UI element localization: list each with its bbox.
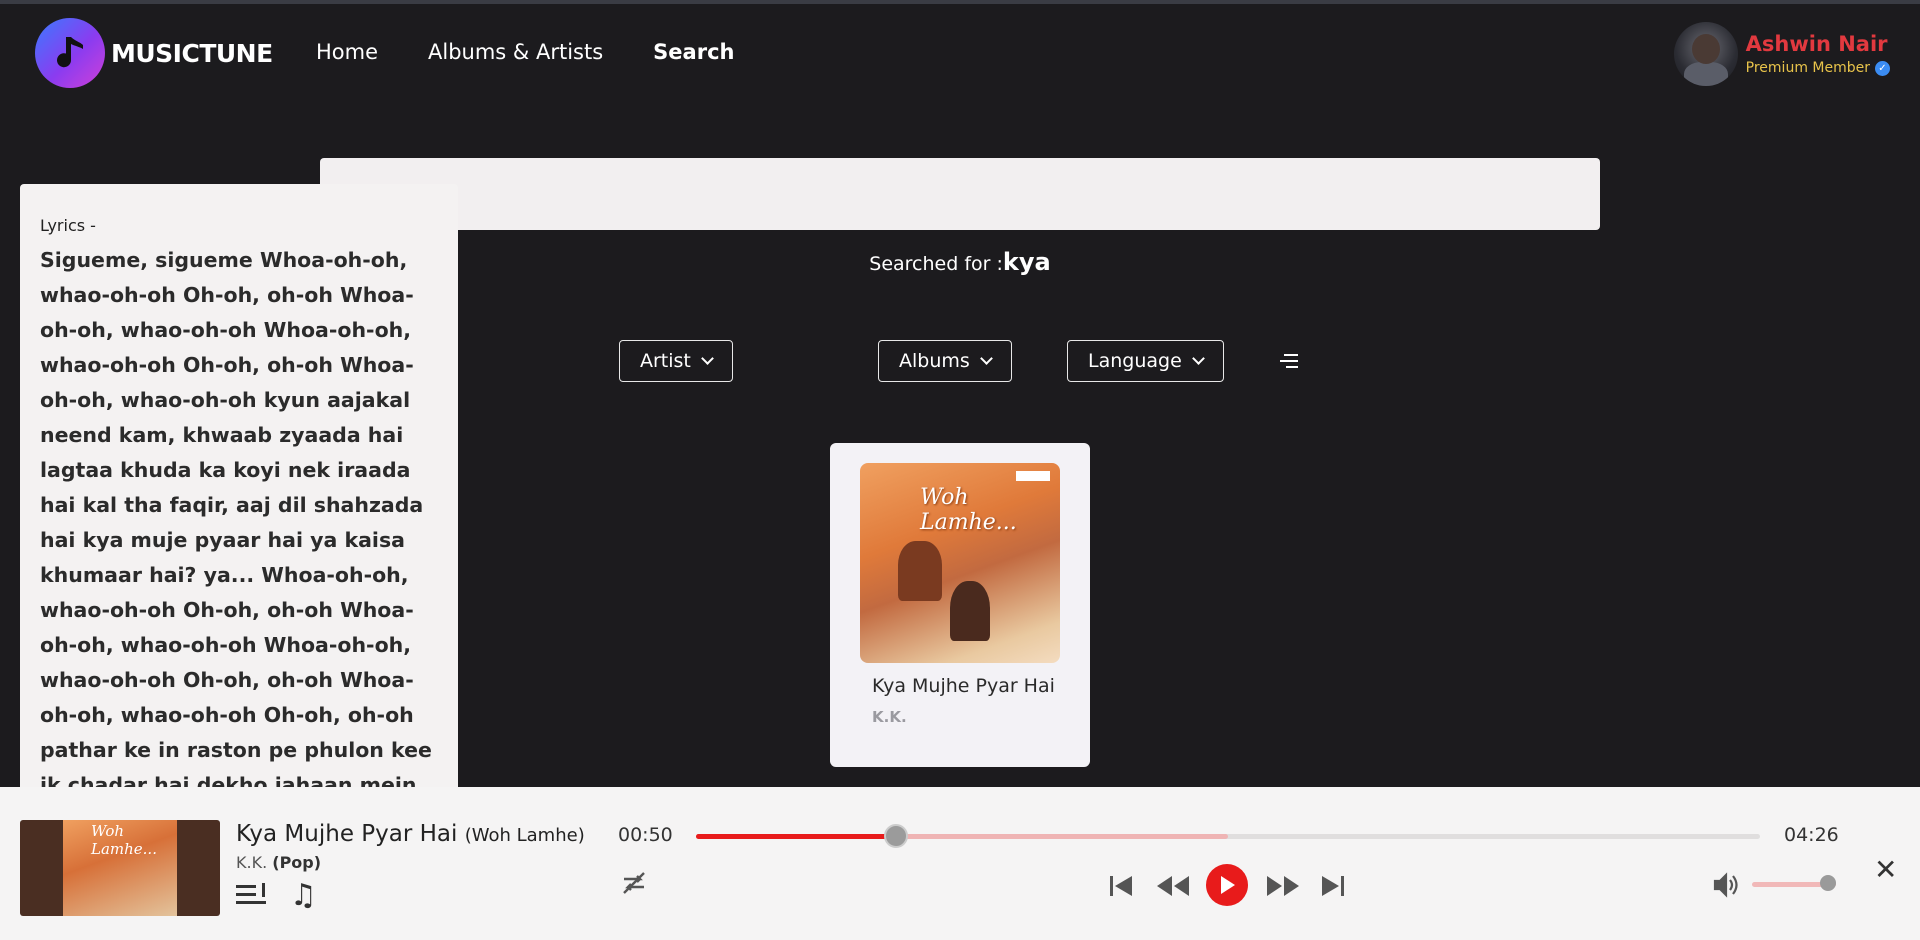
user-profile[interactable]: Ashwin Nair Premium Member ✓ [1673,22,1890,86]
now-playing-title: Kya Mujhe Pyar Hai (Woh Lamhe) [236,821,585,847]
nav-item-home[interactable]: Home [316,40,378,64]
artist-filter-label: Artist [640,350,691,372]
cover-figure [950,581,990,641]
album-art-title: Woh Lamhe... [920,485,1017,535]
play-button[interactable] [1206,864,1248,906]
verified-icon: ✓ [1875,60,1890,76]
now-playing-thumbnail[interactable]: Woh Lamhe... [20,820,220,916]
language-filter-label: Language [1088,350,1182,372]
play-icon [1221,876,1235,894]
lyrics-text: Sigueme, sigueme Whoa-oh-oh, whao-oh-oh … [40,248,432,820]
now-playing-genre: (Pop) [272,853,322,872]
brand-logo[interactable]: MUSICTUNE [35,18,273,88]
thumbnail-art-title: Woh Lamhe... [91,822,157,858]
lyrics-panel: Lyrics - Sigueme, sigueme Whoa-oh-oh, wh… [20,184,458,820]
player-bar: Woh Lamhe... Kya Mujhe Pyar Hai (Woh Lam… [0,787,1920,940]
nav-item-albums-artists[interactable]: Albums & Artists [428,40,603,64]
rewind-icon[interactable] [1156,873,1190,903]
cover-figure [898,541,942,601]
progress-handle[interactable] [884,824,909,848]
user-name: Ashwin Nair [1745,32,1888,56]
close-player-icon[interactable]: ✕ [1874,856,1897,884]
membership-label: Premium Member [1745,60,1870,76]
lyrics-label: Lyrics - [40,216,96,235]
queue-icon[interactable] [236,881,270,909]
language-filter-dropdown[interactable]: Language [1067,340,1224,382]
skip-next-icon[interactable] [1320,873,1346,903]
chevron-down-icon [1191,352,1205,365]
song-artist: K.K. [872,708,907,726]
total-time: 04:26 [1784,824,1839,846]
brand-name: MUSICTUNE [111,38,273,68]
song-card[interactable]: Woh Lamhe... Kya Mujhe Pyar Hai K.K. [830,443,1090,767]
current-time: 00:50 [618,824,673,846]
user-info: Ashwin Nair Premium Member ✓ [1746,32,1890,76]
main-nav: Home Albums & Artists Search [316,40,734,64]
search-query: kya [1002,248,1051,276]
now-playing-artist-line: K.K. (Pop) [236,853,321,872]
search-input[interactable] [364,182,1565,206]
chevron-down-icon [979,352,993,365]
skip-previous-icon[interactable] [1108,873,1134,903]
albums-filter-label: Albums [899,350,970,372]
nav-item-search[interactable]: Search [653,40,734,64]
now-playing-artist: K.K. [236,853,268,872]
cover-tag [1016,471,1050,481]
progress-bar[interactable] [696,824,1760,848]
now-playing-song: Kya Mujhe Pyar Hai [236,821,458,847]
song-title: Kya Mujhe Pyar Hai [872,675,1055,697]
volume-handle[interactable] [1819,875,1836,891]
volume-icon[interactable] [1712,872,1740,902]
repeat-off-icon[interactable] [620,869,648,901]
player-extra-icons: ♫ [236,881,317,911]
now-playing-album: (Woh Lamhe) [464,825,585,846]
album-cover: Woh Lamhe... [860,463,1060,663]
albums-filter-dropdown[interactable]: Albums [878,340,1012,382]
sort-icon[interactable] [1278,354,1298,372]
membership-badge: Premium Member ✓ [1746,60,1890,76]
artist-filter-dropdown[interactable]: Artist [619,340,733,382]
avatar[interactable] [1673,22,1738,86]
music-note-icon [35,18,105,88]
fast-forward-icon[interactable] [1266,873,1300,903]
chevron-down-icon [701,352,714,365]
lyrics-note-icon[interactable]: ♫ [290,881,317,911]
top-border [0,0,1920,4]
played-bar [696,834,897,839]
search-summary-prefix: Searched for : [869,253,1003,275]
search-bar[interactable]: ⌕ [320,158,1600,230]
thumbnail-art: Woh Lamhe... [63,820,177,916]
